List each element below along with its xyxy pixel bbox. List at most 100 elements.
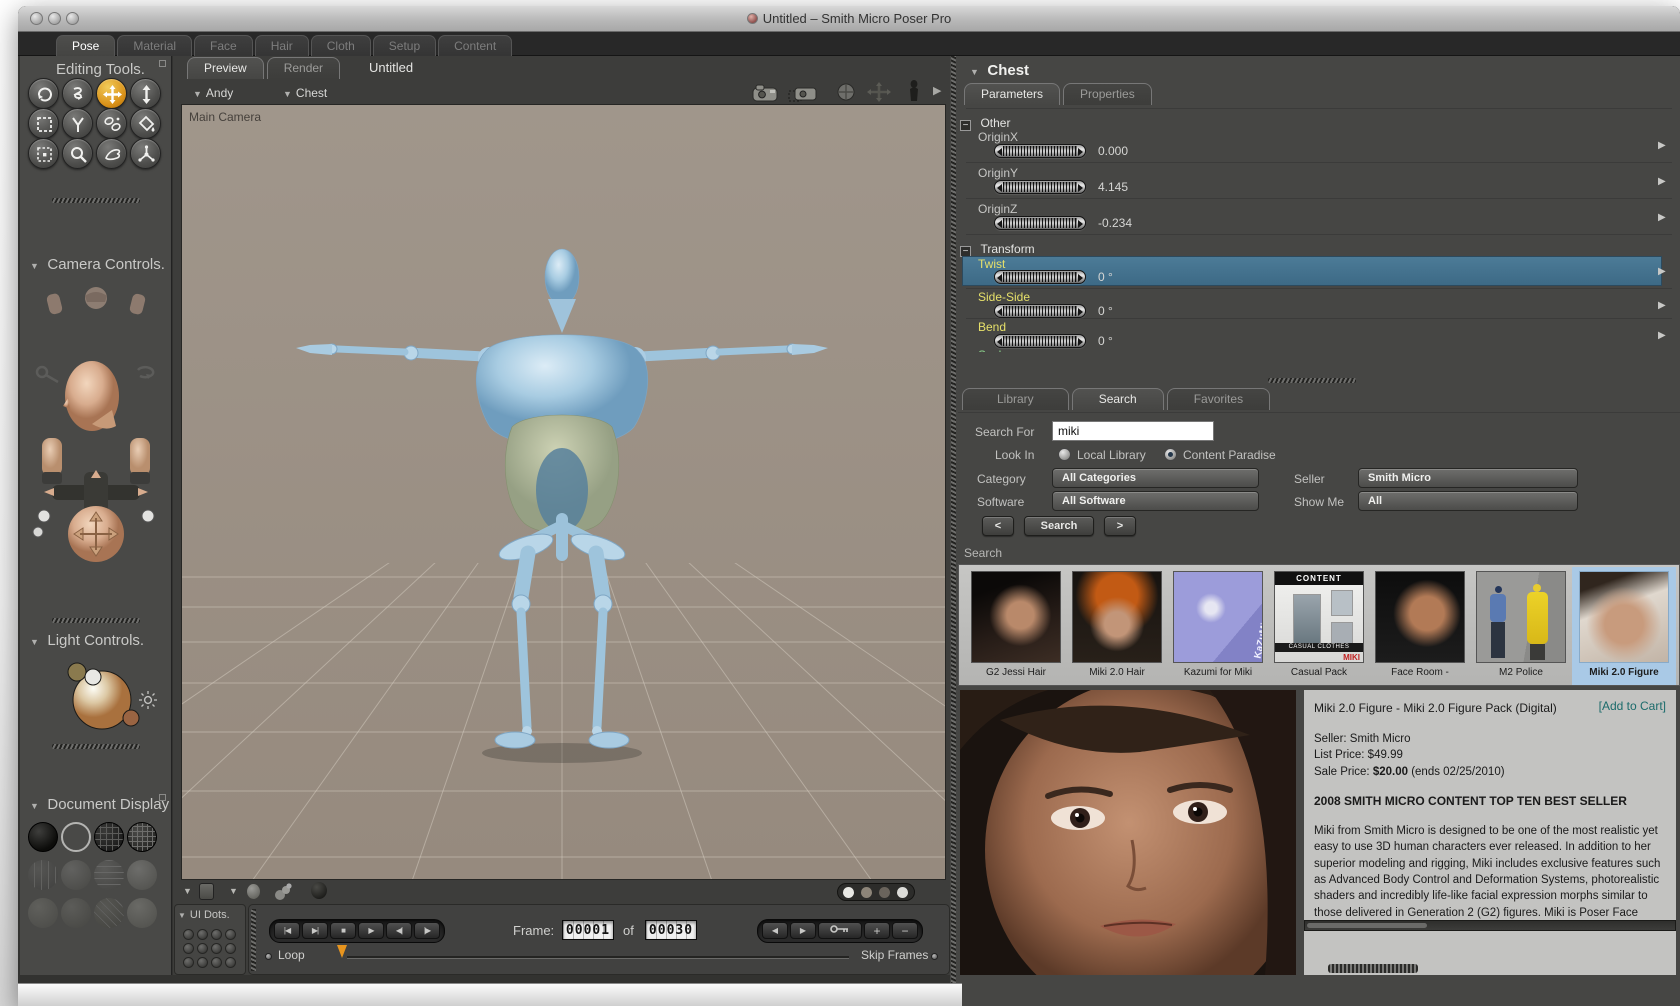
first-frame-button[interactable]: |◀: [274, 922, 300, 939]
thumbnail-kazumi-for-miki[interactable]: KaZuMi: [1173, 571, 1263, 663]
rotate-tool-icon[interactable]: [28, 78, 59, 109]
document-display-label[interactable]: ▼ Document Display: [30, 796, 169, 814]
display-style-texture-shaded[interactable]: [127, 898, 157, 928]
camera-controls-cluster[interactable]: [30, 280, 162, 567]
description-scrollbar[interactable]: [1304, 920, 1676, 931]
titlebar[interactable]: Untitled – Smith Micro Poser Pro: [18, 6, 1680, 32]
light-controls-globe[interactable]: [48, 654, 152, 749]
current-frame-counter[interactable]: 00001: [562, 920, 614, 940]
section-divider[interactable]: [52, 744, 140, 749]
thumbnail-face-room[interactable]: [1375, 571, 1465, 663]
direct-manipulation-tool-icon[interactable]: [130, 138, 161, 169]
twist-tool-icon[interactable]: [62, 78, 93, 109]
light-controls-label[interactable]: ▼ Light Controls.: [30, 632, 144, 650]
category-dropdown[interactable]: All Categories: [1052, 468, 1259, 488]
display-style-outline[interactable]: [61, 822, 91, 852]
drag-handle[interactable]: [251, 909, 256, 971]
software-dropdown[interactable]: All Software: [1052, 491, 1259, 511]
param-value[interactable]: 0 °: [1098, 334, 1113, 348]
ui-dot[interactable]: [211, 943, 222, 954]
add-key-button[interactable]: +: [864, 922, 890, 939]
originy-dial[interactable]: [994, 180, 1086, 194]
param-value[interactable]: -0.234: [1098, 216, 1132, 230]
figure-icon[interactable]: [907, 80, 921, 107]
ui-dot[interactable]: [183, 957, 194, 968]
param-menu-arrow-icon[interactable]: ▶: [1658, 140, 1666, 151]
param-menu-arrow-icon[interactable]: ▶: [1658, 330, 1666, 341]
tab-pose[interactable]: Pose: [56, 35, 116, 57]
scrollbar-thumb[interactable]: [1307, 923, 1427, 928]
ui-dot[interactable]: [197, 929, 208, 940]
param-menu-arrow-icon[interactable]: ▶: [1658, 300, 1666, 311]
panel-expand-arrow-icon[interactable]: ▶: [933, 84, 941, 97]
display-style-smooth-lined[interactable]: [61, 898, 91, 928]
color-tool-icon[interactable]: [130, 108, 161, 139]
quick-style-dot[interactable]: [897, 887, 908, 898]
tab-face[interactable]: Face: [194, 35, 253, 57]
panel-splitter[interactable]: [951, 56, 956, 1006]
thumbnail-m2-police[interactable]: [1476, 571, 1566, 663]
panel-corner-icon[interactable]: [159, 60, 166, 67]
section-divider[interactable]: [52, 198, 140, 203]
product-image[interactable]: [960, 690, 1296, 975]
display-style-flat-lined[interactable]: [94, 860, 124, 890]
ui-dot[interactable]: [225, 929, 236, 940]
prev-key-button[interactable]: ◀: [762, 922, 788, 939]
thumbnail-g2-jessi-hair[interactable]: [971, 571, 1061, 663]
display-quick-switch[interactable]: [837, 883, 915, 901]
show-me-dropdown[interactable]: All: [1358, 491, 1578, 511]
prev-page-button[interactable]: <: [982, 516, 1014, 536]
collapse-box-icon[interactable]: −: [960, 120, 971, 131]
dark-sphere-icon[interactable]: [311, 882, 327, 899]
display-style-cartoon[interactable]: [127, 860, 157, 890]
ui-dot[interactable]: [183, 929, 194, 940]
tab-render[interactable]: Render: [266, 57, 341, 79]
body-part-menu[interactable]: ▼ Chest: [283, 86, 327, 100]
parameters-header[interactable]: ▼ Chest: [970, 62, 1029, 80]
thumbnail-casual-pack[interactable]: CONTENT CASUAL CLOTHES MIKI: [1274, 571, 1364, 663]
tab-content[interactable]: Content: [438, 35, 513, 57]
collapse-triangle-icon[interactable]: ▼: [229, 886, 238, 896]
display-style-wireframe[interactable]: [94, 822, 124, 852]
scale-tool-icon[interactable]: [28, 108, 59, 139]
thumbnail-miki-20-figure[interactable]: [1579, 571, 1669, 663]
edit-keyframes-button[interactable]: [818, 922, 862, 939]
pane-toggle-button[interactable]: [199, 883, 214, 900]
param-menu-arrow-icon[interactable]: ▶: [1658, 212, 1666, 223]
quick-style-dot[interactable]: [861, 887, 872, 898]
step-back-button[interactable]: ◀|: [386, 922, 412, 939]
ui-dot[interactable]: [225, 943, 236, 954]
display-style-sketch[interactable]: [94, 898, 124, 928]
originx-dial[interactable]: [994, 144, 1086, 158]
tab-setup[interactable]: Setup: [372, 35, 437, 57]
tab-preview[interactable]: Preview: [187, 57, 264, 79]
search-button[interactable]: Search: [1024, 516, 1094, 536]
grouping-tool-icon[interactable]: [28, 138, 59, 169]
stop-button[interactable]: ■: [330, 922, 356, 939]
tab-cloth[interactable]: Cloth: [310, 35, 371, 57]
ui-dot[interactable]: [197, 957, 208, 968]
playhead-marker[interactable]: [337, 945, 347, 958]
taper-tool-icon[interactable]: [62, 108, 93, 139]
ui-dot[interactable]: [211, 929, 222, 940]
morphing-tool-icon[interactable]: [96, 138, 127, 169]
chain-break-tool-icon[interactable]: [96, 108, 127, 139]
thumbnail-miki-20-hair[interactable]: [1072, 571, 1162, 663]
viewport[interactable]: Main Camera: [181, 104, 946, 880]
originz-dial[interactable]: [994, 216, 1086, 230]
display-style-lit-wireframe[interactable]: [28, 860, 58, 890]
ui-dot[interactable]: [211, 957, 222, 968]
tab-search[interactable]: Search: [1071, 388, 1164, 410]
view-magnifier-tool-icon[interactable]: [62, 138, 93, 169]
param-menu-arrow-icon[interactable]: ▶: [1658, 176, 1666, 187]
add-to-cart-link[interactable]: [Add to Cart]: [1599, 699, 1666, 713]
panel-corner-icon[interactable]: [159, 794, 166, 801]
twist-dial[interactable]: [994, 270, 1086, 284]
ui-dots-label[interactable]: ▼ UI Dots.: [178, 909, 230, 921]
content-paradise-radio[interactable]: [1164, 448, 1177, 461]
total-frames-counter[interactable]: 00030: [645, 920, 697, 940]
display-style-smooth-shaded[interactable]: [28, 898, 58, 928]
tab-material[interactable]: Material: [117, 35, 193, 57]
delete-key-button[interactable]: −: [892, 922, 918, 939]
tab-parameters[interactable]: Parameters: [964, 83, 1061, 105]
